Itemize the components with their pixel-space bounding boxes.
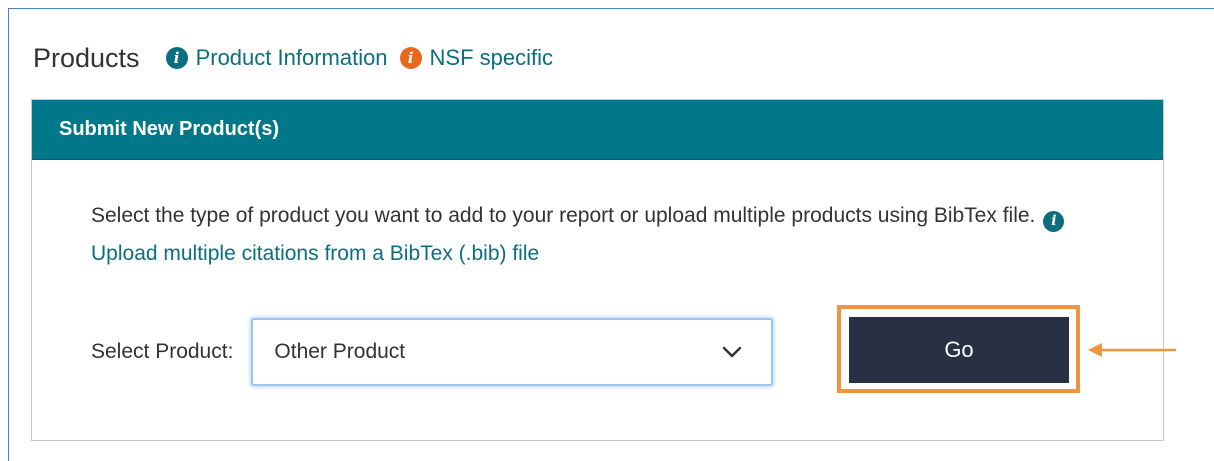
page-title: Products [33,42,140,73]
panel-title: Submit New Product(s) [59,118,280,140]
select-product-label: Select Product: [91,340,234,363]
info-icon: i [399,47,422,69]
description-text: Select the type of product you want to a… [91,204,1036,227]
select-product-row: Select Product: Other Product [91,318,774,386]
info-icon: i [1043,210,1065,232]
info-icon: i [165,47,188,69]
upload-bibtex-link[interactable]: Upload multiple citations from a BibTex … [91,242,539,265]
select-product-dropdown[interactable]: Other Product [251,318,774,386]
nsf-specific-label: NSF specific [429,45,554,70]
chevron-down-icon [723,346,742,358]
product-information-link[interactable]: i Product Information [165,45,388,71]
arrow-left-icon [1088,343,1176,357]
panel-description: Select the type of product you want to a… [91,197,1101,273]
panel-header: Submit New Product(s) [32,100,1163,160]
products-header: Products i Product Information i NSF spe… [33,38,553,78]
go-button[interactable]: Go [849,317,1069,383]
product-information-label: Product Information [195,45,388,70]
select-product-value: Other Product [274,340,406,363]
nsf-specific-link[interactable]: i NSF specific [399,45,554,71]
